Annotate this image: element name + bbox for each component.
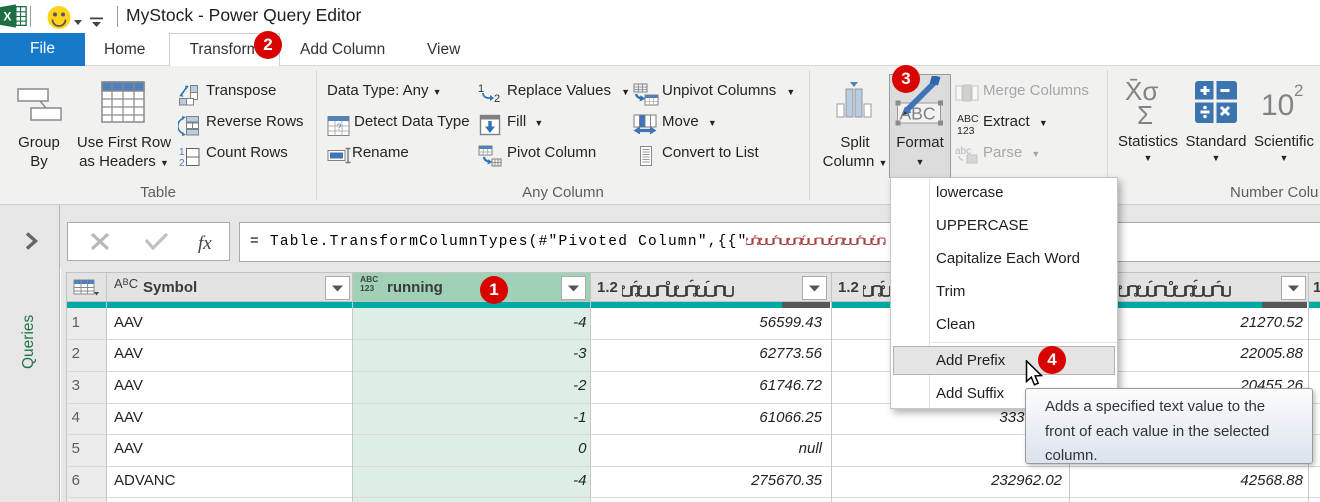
svg-text:X: X — [3, 10, 11, 24]
svg-text:2: 2 — [179, 158, 185, 168]
svg-text:ABC: ABC — [957, 113, 979, 125]
svg-text:123: 123 — [957, 125, 975, 136]
svg-text:Σ: Σ — [1137, 100, 1153, 128]
svg-text:fx: fx — [198, 233, 212, 254]
svg-text:10: 10 — [1261, 89, 1294, 122]
svg-text:1: 1 — [179, 147, 185, 158]
svg-text:2: 2 — [1294, 81, 1303, 100]
svg-text:2: 2 — [494, 93, 500, 103]
svg-text:?: ? — [337, 122, 342, 132]
